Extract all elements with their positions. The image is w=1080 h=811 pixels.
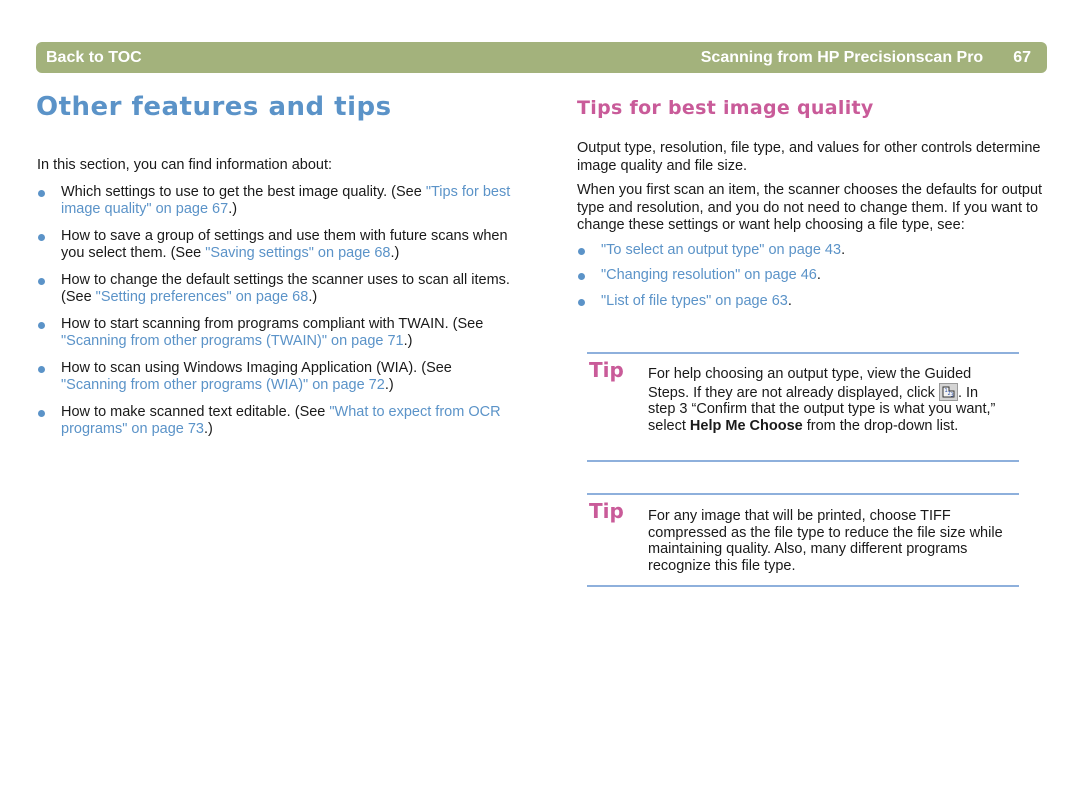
left-column: In this section, you can find informatio… bbox=[37, 157, 517, 448]
tip-box-tiff: Tip For any image that will be printed, … bbox=[587, 493, 1019, 587]
page-title: Other features and tips bbox=[36, 92, 392, 122]
item-text: How to start scanning from programs comp… bbox=[61, 315, 484, 332]
paragraph-1: Output type, resolution, file type, and … bbox=[577, 140, 1041, 174]
guided-steps-icon[interactable]: 123 bbox=[938, 382, 958, 401]
right-column: Output type, resolution, file type, and … bbox=[577, 140, 1047, 318]
item-text: How to make scanned text editable. (See bbox=[61, 403, 330, 420]
paragraph-2: When you first scan an item, the scanner… bbox=[577, 182, 1043, 233]
bullet-icon bbox=[38, 189, 45, 197]
item-tail: .) bbox=[390, 245, 400, 261]
bullet-icon bbox=[578, 247, 585, 255]
see-also-list: "To select an output type" on page 43. "… bbox=[577, 242, 1047, 311]
list-item: How to save a group of settings and use … bbox=[37, 228, 517, 263]
tip-label: Tip bbox=[589, 358, 624, 382]
tip-text: For help choosing an output type, view t… bbox=[648, 366, 1003, 434]
bullet-icon bbox=[38, 233, 45, 241]
item-tail: .) bbox=[228, 201, 238, 217]
list-item: "Changing resolution" on page 46. bbox=[577, 267, 1047, 285]
svg-text:3: 3 bbox=[950, 392, 953, 398]
cross-ref-link[interactable]: "List of file types" on page 63 bbox=[601, 293, 788, 309]
item-tail: .) bbox=[403, 333, 413, 349]
cross-ref-link[interactable]: "Scanning from other programs (TWAIN)" o… bbox=[61, 333, 404, 349]
item-text: Which settings to use to get the best im… bbox=[61, 183, 426, 200]
topics-list: Which settings to use to get the best im… bbox=[37, 184, 517, 439]
bullet-icon bbox=[38, 321, 45, 329]
tip-text: For any image that will be printed, choo… bbox=[648, 508, 1003, 574]
bullet-icon bbox=[578, 273, 585, 280]
list-item: Which settings to use to get the best im… bbox=[37, 184, 517, 219]
item-tail: . bbox=[841, 241, 846, 258]
cross-ref-link[interactable]: "Saving settings" on page 68 bbox=[205, 245, 390, 261]
back-to-toc-link[interactable]: Back to TOC bbox=[46, 49, 142, 67]
help-me-choose-label: Help Me Choose bbox=[689, 417, 803, 434]
cross-ref-link[interactable]: "Scanning from other programs (WIA)" on … bbox=[61, 377, 385, 393]
tip-text-part: from the drop-down list. bbox=[802, 417, 959, 434]
tip-label: Tip bbox=[589, 499, 624, 523]
list-item: How to start scanning from programs comp… bbox=[37, 316, 517, 351]
bullet-icon bbox=[38, 277, 45, 285]
bullet-icon bbox=[578, 298, 585, 306]
item-tail: . bbox=[787, 292, 792, 309]
section-title: Tips for best image quality bbox=[577, 97, 874, 119]
intro-text: In this section, you can find informatio… bbox=[37, 157, 333, 173]
page-number: 67 bbox=[1013, 48, 1031, 66]
cross-ref-link[interactable]: "To select an output type" on page 43 bbox=[601, 242, 841, 258]
list-item: How to scan using Windows Imaging Applic… bbox=[37, 360, 517, 395]
list-item: How to change the default settings the s… bbox=[37, 272, 517, 307]
item-tail: . bbox=[816, 267, 821, 283]
list-item: "List of file types" on page 63. bbox=[577, 293, 1047, 311]
tip-text-part: For help choosing an output type, view t… bbox=[648, 366, 972, 401]
item-tail: .) bbox=[308, 289, 318, 305]
list-item: "To select an output type" on page 43. bbox=[577, 242, 1047, 260]
item-text: How to scan using Windows Imaging Applic… bbox=[61, 359, 452, 376]
item-tail: .) bbox=[204, 421, 213, 437]
cross-ref-link[interactable]: "Changing resolution" on page 46 bbox=[601, 267, 817, 283]
item-tail: .) bbox=[384, 377, 394, 393]
chapter-title: Scanning from HP Precisionscan Pro bbox=[700, 48, 984, 66]
header-right: Scanning from HP Precisionscan Pro 67 bbox=[701, 49, 1031, 67]
header-bar: Back to TOC Scanning from HP Precisionsc… bbox=[36, 42, 1047, 73]
cross-ref-link[interactable]: "Setting preferences" on page 68 bbox=[96, 289, 309, 305]
bullet-icon bbox=[38, 409, 45, 417]
list-item: How to make scanned text editable. (See … bbox=[37, 404, 517, 439]
tip-box-guided-steps: Tip For help choosing an output type, vi… bbox=[587, 352, 1019, 462]
bullet-icon bbox=[38, 365, 45, 373]
